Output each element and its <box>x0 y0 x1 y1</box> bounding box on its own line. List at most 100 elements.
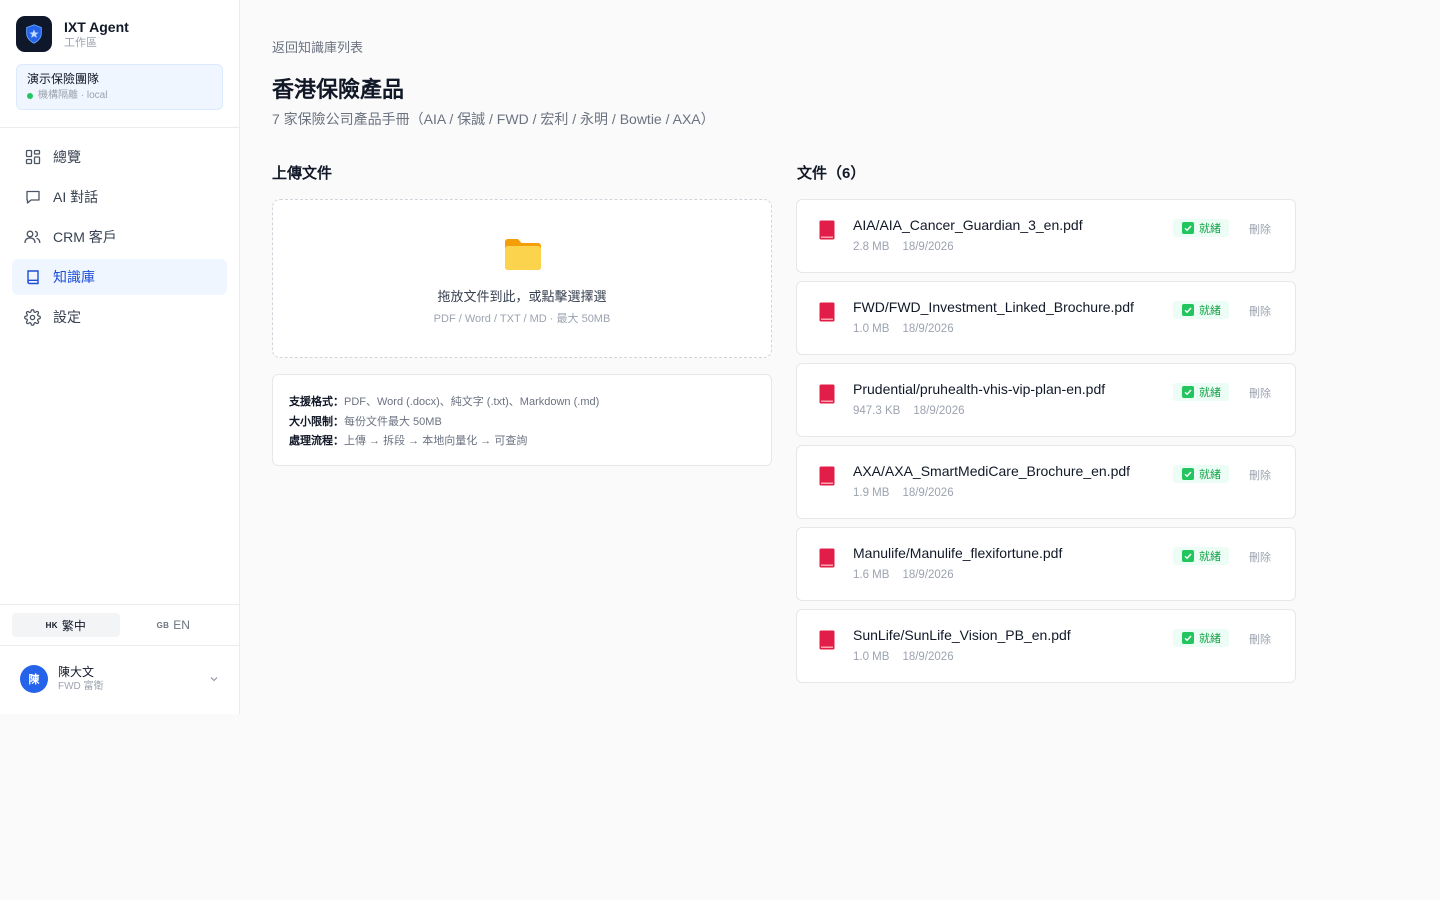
dropzone-text: 拖放文件到此，或點擊選擇選 <box>437 289 607 304</box>
status-badge: 就緒 <box>1173 383 1229 401</box>
file-name: SunLife/SunLife_Vision_PB_en.pdf <box>853 627 1071 643</box>
sidebar-item-label: 知識庫 <box>53 269 95 285</box>
sidebar-item-crm[interactable]: CRM 客戶 <box>12 219 227 255</box>
delete-button[interactable]: 刪除 <box>1249 549 1271 565</box>
users-icon <box>24 229 41 246</box>
delete-button[interactable]: 刪除 <box>1249 467 1271 483</box>
status-dot-icon <box>27 93 33 99</box>
check-icon <box>1182 386 1194 398</box>
brand-subtitle: 工作區 <box>64 36 97 49</box>
sidebar-item-label: AI 對話 <box>53 189 99 205</box>
file-meta: 1.9 MB 18/9/2026 <box>853 487 967 499</box>
file-meta: 1.0 MB 18/9/2026 <box>853 651 967 663</box>
brand[interactable]: IXT Agent 工作區 <box>16 16 129 52</box>
team-status: 機構隔離 · local <box>27 90 212 102</box>
file-date: 18/9/2026 <box>902 569 954 581</box>
brand-logo <box>16 16 52 52</box>
file-name: FWD/FWD_Investment_Linked_Brochure.pdf <box>853 299 1134 315</box>
sidebar-item-ai-chat[interactable]: AI 對話 <box>12 179 227 215</box>
file-size: 1.0 MB <box>853 651 890 663</box>
file-dropzone[interactable]: 拖放文件到此，或點擊選擇選 PDF / Word / TXT / MD · 最大… <box>272 199 772 358</box>
file-card[interactable]: AXA/AXA_SmartMediCare_Brochure_en.pdf 1.… <box>796 445 1296 519</box>
file-card[interactable]: SunLife/SunLife_Vision_PB_en.pdf 1.0 MB 1… <box>796 609 1296 683</box>
back-to-kb-list-link[interactable]: 返回知識庫列表 <box>272 37 363 56</box>
shield-icon <box>26 24 42 44</box>
pdf-file-icon <box>819 220 835 240</box>
team-name: 演示保險團隊 <box>27 72 100 86</box>
file-meta: 1.6 MB 18/9/2026 <box>853 569 967 581</box>
sidebar-item-label: 總覽 <box>53 149 81 165</box>
avatar: 陳 <box>20 665 48 693</box>
file-card[interactable]: Manulife/Manulife_flexifortune.pdf 1.6 M… <box>796 527 1296 601</box>
delete-button[interactable]: 刪除 <box>1249 303 1271 319</box>
file-card[interactable]: FWD/FWD_Investment_Linked_Brochure.pdf 1… <box>796 281 1296 355</box>
flag-hk-icon: HK <box>45 620 58 630</box>
file-date: 18/9/2026 <box>902 241 954 253</box>
user-menu[interactable]: 陳 陳大文 FWD 富衛 <box>20 663 220 695</box>
lang-button-en[interactable]: GB EN <box>120 613 228 637</box>
info-formats: 支援格式：PDF、Word (.docx)、純文字 (.txt)、Markdow… <box>289 396 600 408</box>
chevron-down-icon <box>210 677 218 682</box>
flag-gb-icon: GB <box>156 620 170 630</box>
sidebar-item-settings[interactable]: 設定 <box>12 299 227 335</box>
file-list: AIA/AIA_Cancer_Guardian_3_en.pdf 2.8 MB 1… <box>796 199 1296 691</box>
files-heading: 文件（6） <box>797 165 866 182</box>
lang-button-zh-hk[interactable]: HK 繁中 <box>12 613 120 637</box>
team-switcher[interactable]: 演示保險團隊 機構隔離 · local <box>16 64 223 110</box>
check-icon <box>1182 632 1194 644</box>
file-meta: 947.3 KB 18/9/2026 <box>853 405 978 417</box>
pdf-file-icon <box>819 548 835 568</box>
status-badge: 就緒 <box>1173 629 1229 647</box>
page-subtitle: 7 家保險公司產品手冊（AIA / 保誠 / FWD / 宏利 / 永明 / B… <box>272 111 715 127</box>
file-size: 2.8 MB <box>853 241 890 253</box>
check-icon <box>1182 550 1194 562</box>
user-name: 陳大文 <box>58 665 95 679</box>
divider <box>0 645 239 646</box>
upload-info-box: 支援格式：PDF、Word (.docx)、純文字 (.txt)、Markdow… <box>272 374 772 466</box>
status-badge: 就緒 <box>1173 219 1229 237</box>
page-title: 香港保險產品 <box>272 77 405 102</box>
delete-button[interactable]: 刪除 <box>1249 221 1271 237</box>
file-name: AXA/AXA_SmartMediCare_Brochure_en.pdf <box>853 463 1131 479</box>
book-icon <box>24 269 41 286</box>
folder-icon <box>505 239 541 270</box>
user-org: FWD 富衛 <box>58 681 104 692</box>
gear-icon <box>24 308 41 326</box>
check-icon <box>1182 222 1194 234</box>
file-name: Manulife/Manulife_flexifortune.pdf <box>853 545 1063 561</box>
file-meta: 1.0 MB 18/9/2026 <box>853 323 967 335</box>
file-size: 1.0 MB <box>853 323 890 335</box>
status-badge: 就緒 <box>1173 465 1229 483</box>
pdf-file-icon <box>819 466 835 486</box>
sidebar-item-knowledge-base[interactable]: 知識庫 <box>12 259 227 295</box>
file-date: 18/9/2026 <box>902 487 954 499</box>
file-date: 18/9/2026 <box>902 323 954 335</box>
file-card[interactable]: Prudential/pruhealth-vhis-vip-plan-en.pd… <box>796 363 1296 437</box>
file-date: 18/9/2026 <box>902 651 954 663</box>
brand-name: IXT Agent <box>64 18 129 35</box>
sidebar-item-overview[interactable]: 總覽 <box>12 139 227 175</box>
file-card[interactable]: AIA/AIA_Cancer_Guardian_3_en.pdf 2.8 MB 1… <box>796 199 1296 273</box>
file-date: 18/9/2026 <box>913 405 965 417</box>
check-icon <box>1182 304 1194 316</box>
file-size: 1.9 MB <box>853 487 890 499</box>
file-meta: 2.8 MB 18/9/2026 <box>853 241 967 253</box>
pdf-file-icon <box>819 630 835 650</box>
delete-button[interactable]: 刪除 <box>1249 631 1271 647</box>
check-icon <box>1182 468 1194 480</box>
sidebar: IXT Agent 工作區 演示保險團隊 機構隔離 · local 總覽 AI … <box>0 0 240 714</box>
dropzone-hint: PDF / Word / TXT / MD · 最大 50MB <box>433 313 611 325</box>
status-badge: 就緒 <box>1173 301 1229 319</box>
divider <box>0 127 239 128</box>
dashboard-icon <box>24 149 41 166</box>
info-size-limit: 大小限制：每份文件最大 50MB <box>289 415 442 428</box>
chat-icon <box>24 189 41 206</box>
sidebar-item-label: CRM 客戶 <box>53 229 117 245</box>
divider <box>0 604 239 605</box>
language-switcher: HK 繁中 GB EN <box>12 613 227 637</box>
pdf-file-icon <box>819 384 835 404</box>
delete-button[interactable]: 刪除 <box>1249 385 1271 401</box>
lang-label: EN <box>173 618 190 632</box>
file-size: 1.6 MB <box>853 569 890 581</box>
info-process: 處理流程：上傳 → 拆段 → 本地向量化 → 可查詢 <box>289 435 528 447</box>
